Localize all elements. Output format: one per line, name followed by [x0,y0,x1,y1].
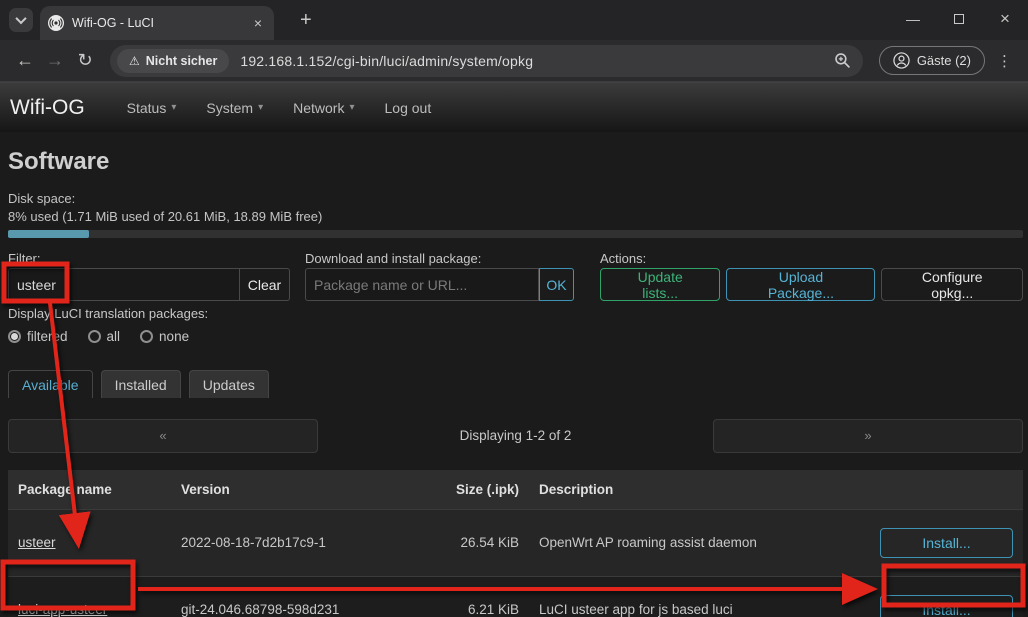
hostname-brand: Wifi-OG [10,96,85,120]
minimize-button[interactable]: — [890,0,936,38]
package-version: git-24.046.68798-598d231 [171,577,441,617]
nav-item-system[interactable]: System ▾ [206,100,263,116]
ok-button[interactable]: OK [539,268,574,301]
next-page-button[interactable]: » [713,419,1023,453]
package-url-input[interactable] [305,268,539,301]
install-button-usteer[interactable]: Install... [880,528,1013,558]
download-label: Download and install package: [305,251,600,268]
tab-search-button[interactable] [9,8,33,32]
nav-item-network[interactable]: Network ▾ [293,100,354,116]
nav-item-logout[interactable]: Log out [385,100,432,116]
header-package-name: Package name [8,470,171,510]
package-tabs: Available Installed Updates [8,370,1023,398]
maximize-button[interactable] [936,0,982,38]
tab-updates[interactable]: Updates [189,370,269,398]
table-header-row: Package name Version Size (.ipk) Descrip… [8,470,1023,510]
tab-title: Wifi-OG - LuCI [72,16,250,30]
update-lists-button[interactable]: Update lists... [600,268,720,301]
back-button[interactable]: ← [10,50,40,71]
actions-label: Actions: [600,251,1023,268]
radio-none[interactable]: none [140,329,189,344]
browser-menu-button[interactable]: ⋮ [991,52,1018,70]
security-label: Nicht sicher [146,54,218,68]
table-row: usteer 2022-08-18-7d2b17c9-1 26.54 KiB O… [8,510,1023,577]
browser-tab[interactable]: Wifi-OG - LuCI × [40,6,274,40]
reload-button[interactable]: ↻ [70,50,100,71]
tab-close-icon[interactable]: × [250,15,266,31]
profile-icon [893,52,910,69]
url-text: 192.168.1.152/cgi-bin/luci/admin/system/… [240,53,533,69]
radio-all[interactable]: all [88,329,121,344]
disk-space-label: Disk space: [8,190,1023,208]
package-link-luci-app-usteer[interactable]: luci-app-usteer [18,602,107,617]
controls-row: Filter: Clear Download and install packa… [8,251,1023,301]
tab-installed[interactable]: Installed [101,370,181,398]
nav-item-status[interactable]: Status ▾ [127,100,177,116]
header-version: Version [171,470,441,510]
caret-down-icon: ▾ [171,102,176,113]
caret-down-icon: ▾ [258,102,263,113]
table-row: luci-app-usteer git-24.046.68798-598d231… [8,577,1023,617]
package-size: 6.21 KiB [441,577,529,617]
browser-tab-strip: Wifi-OG - LuCI × + — × [0,0,1028,40]
pagination: « Displaying 1-2 of 2 » [8,418,1023,453]
luci-navbar: Wifi-OG Status ▾ System ▾ Network ▾ Log … [0,82,1028,132]
page-title: Software [8,148,1023,176]
tab-available[interactable]: Available [8,370,93,398]
filter-label: Filter: [8,251,305,268]
package-size: 26.54 KiB [441,510,529,577]
radio-icon [8,330,21,343]
prev-page-button[interactable]: « [8,419,318,453]
security-chip[interactable]: ⚠ Nicht sicher [117,49,229,73]
upload-package-button[interactable]: Upload Package... [726,268,875,301]
header-size: Size (.ipk) [441,470,529,510]
window-controls: — × [890,0,1028,38]
package-table: Package name Version Size (.ipk) Descrip… [8,470,1023,617]
profile-button[interactable]: Gäste (2) [879,46,985,75]
profile-label: Gäste (2) [917,53,971,68]
radio-icon [88,330,101,343]
install-button-luci-app-usteer[interactable]: Install... [880,595,1013,617]
forward-button[interactable]: → [40,50,70,71]
translation-label: Display LuCI translation packages: [8,306,1023,323]
software-page: Software Disk space: 8% used (1.71 MiB u… [0,148,1028,617]
translation-section: Display LuCI translation packages: filte… [8,306,1023,344]
zoom-icon[interactable] [834,52,851,69]
chevron-down-icon [15,13,26,24]
browser-toolbar: ← → ↻ ⚠ Nicht sicher 192.168.1.152/cgi-b… [0,40,1028,82]
maximize-icon [954,14,964,24]
clear-button[interactable]: Clear [240,268,290,301]
address-bar[interactable]: ⚠ Nicht sicher 192.168.1.152/cgi-bin/luc… [110,45,863,77]
package-version: 2022-08-18-7d2b17c9-1 [171,510,441,577]
package-link-usteer[interactable]: usteer [18,535,56,550]
pagination-status: Displaying 1-2 of 2 [460,428,572,443]
radio-filtered[interactable]: filtered [8,329,68,344]
package-description: OpenWrt AP roaming assist daemon [529,510,870,577]
radio-icon [140,330,153,343]
wifi-favicon-icon [48,15,64,31]
header-description: Description [529,470,870,510]
disk-usage-text: 8% used (1.71 MiB used of 20.61 MiB, 18.… [8,208,1023,226]
package-description: LuCI usteer app for js based luci [529,577,870,617]
disk-progress-bar [8,230,1023,238]
warning-icon: ⚠ [129,54,140,68]
filter-input[interactable] [8,268,240,301]
disk-progress-fill [8,230,89,238]
configure-opkg-button[interactable]: Configure opkg... [881,268,1023,301]
caret-down-icon: ▾ [349,102,354,113]
close-button[interactable]: × [982,0,1028,38]
new-tab-button[interactable]: + [294,8,318,32]
